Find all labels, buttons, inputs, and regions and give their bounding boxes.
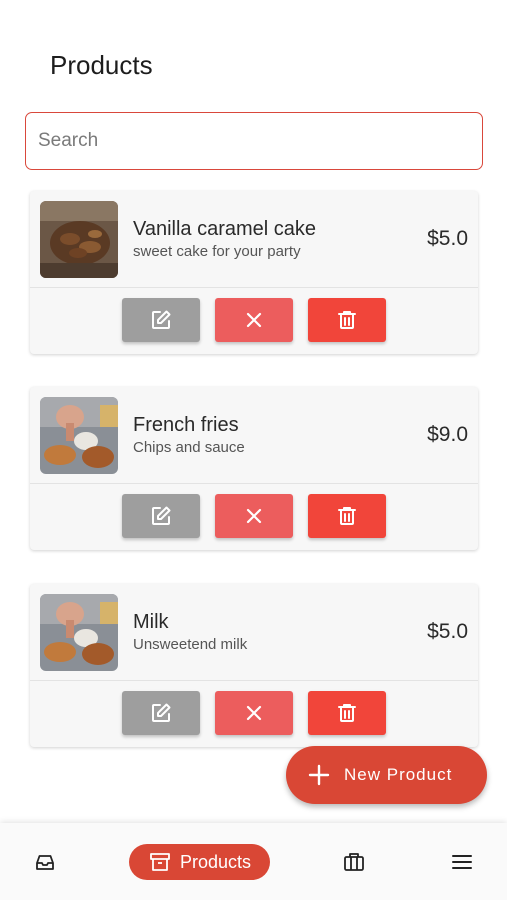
product-name: French fries	[133, 414, 239, 436]
product-card-info[interactable]: Milk Unsweetend milk $5.0	[30, 584, 478, 681]
inbox-icon	[36, 855, 54, 870]
edit-icon	[152, 506, 171, 525]
product-description: Chips and sauce	[133, 439, 245, 456]
nav-inbox[interactable]	[27, 844, 63, 880]
edit-icon	[152, 703, 171, 722]
briefcase-icon	[344, 853, 364, 871]
product-card-info[interactable]: French fries Chips and sauce $9.0	[30, 387, 478, 484]
product-card-info[interactable]: Vanilla caramel cake sweet cake for your…	[30, 191, 478, 288]
edit-button[interactable]	[122, 691, 200, 735]
product-card-actions	[30, 681, 478, 747]
delete-button[interactable]	[308, 691, 386, 735]
product-price: $5.0	[427, 227, 468, 250]
cancel-button[interactable]	[215, 494, 293, 538]
product-thumbnail	[40, 594, 118, 671]
delete-button[interactable]	[308, 298, 386, 342]
trash-icon	[338, 507, 356, 525]
delete-button[interactable]	[308, 494, 386, 538]
menu-icon	[452, 855, 472, 869]
new-product-button[interactable]: New Product	[286, 746, 487, 804]
close-icon	[246, 705, 262, 721]
search-input[interactable]	[25, 112, 483, 170]
product-price: $5.0	[427, 620, 468, 643]
cancel-button[interactable]	[215, 691, 293, 735]
close-icon	[246, 312, 262, 328]
product-card-actions	[30, 484, 478, 550]
bottom-nav: Products	[0, 823, 507, 900]
close-icon	[246, 508, 262, 524]
product-name: Milk	[133, 611, 169, 633]
cancel-button[interactable]	[215, 298, 293, 342]
nav-products-label: Products	[179, 851, 252, 872]
product-name: Vanilla caramel cake	[133, 218, 317, 240]
trash-icon	[338, 704, 356, 722]
new-product-label: New Product	[344, 765, 453, 784]
product-description: Unsweetend milk	[133, 636, 248, 653]
nav-menu[interactable]	[444, 844, 480, 880]
archive-icon	[148, 850, 172, 874]
nav-products[interactable]: Products	[129, 844, 270, 880]
edit-button[interactable]	[122, 494, 200, 538]
product-card[interactable]: Vanilla caramel cake sweet cake for your…	[30, 191, 478, 354]
edit-button[interactable]	[122, 298, 200, 342]
product-card[interactable]: Milk Unsweetend milk $5.0	[30, 584, 478, 747]
product-description: sweet cake for your party	[133, 243, 301, 260]
product-thumbnail	[40, 397, 118, 474]
product-card-actions	[30, 288, 478, 354]
trash-icon	[338, 311, 356, 329]
plus-icon	[308, 764, 330, 786]
product-price: $9.0	[427, 423, 468, 446]
nav-briefcase[interactable]	[336, 844, 372, 880]
product-thumbnail	[40, 201, 118, 278]
product-card[interactable]: French fries Chips and sauce $9.0	[30, 387, 478, 550]
page-title: Products	[50, 50, 153, 80]
edit-icon	[152, 310, 171, 329]
